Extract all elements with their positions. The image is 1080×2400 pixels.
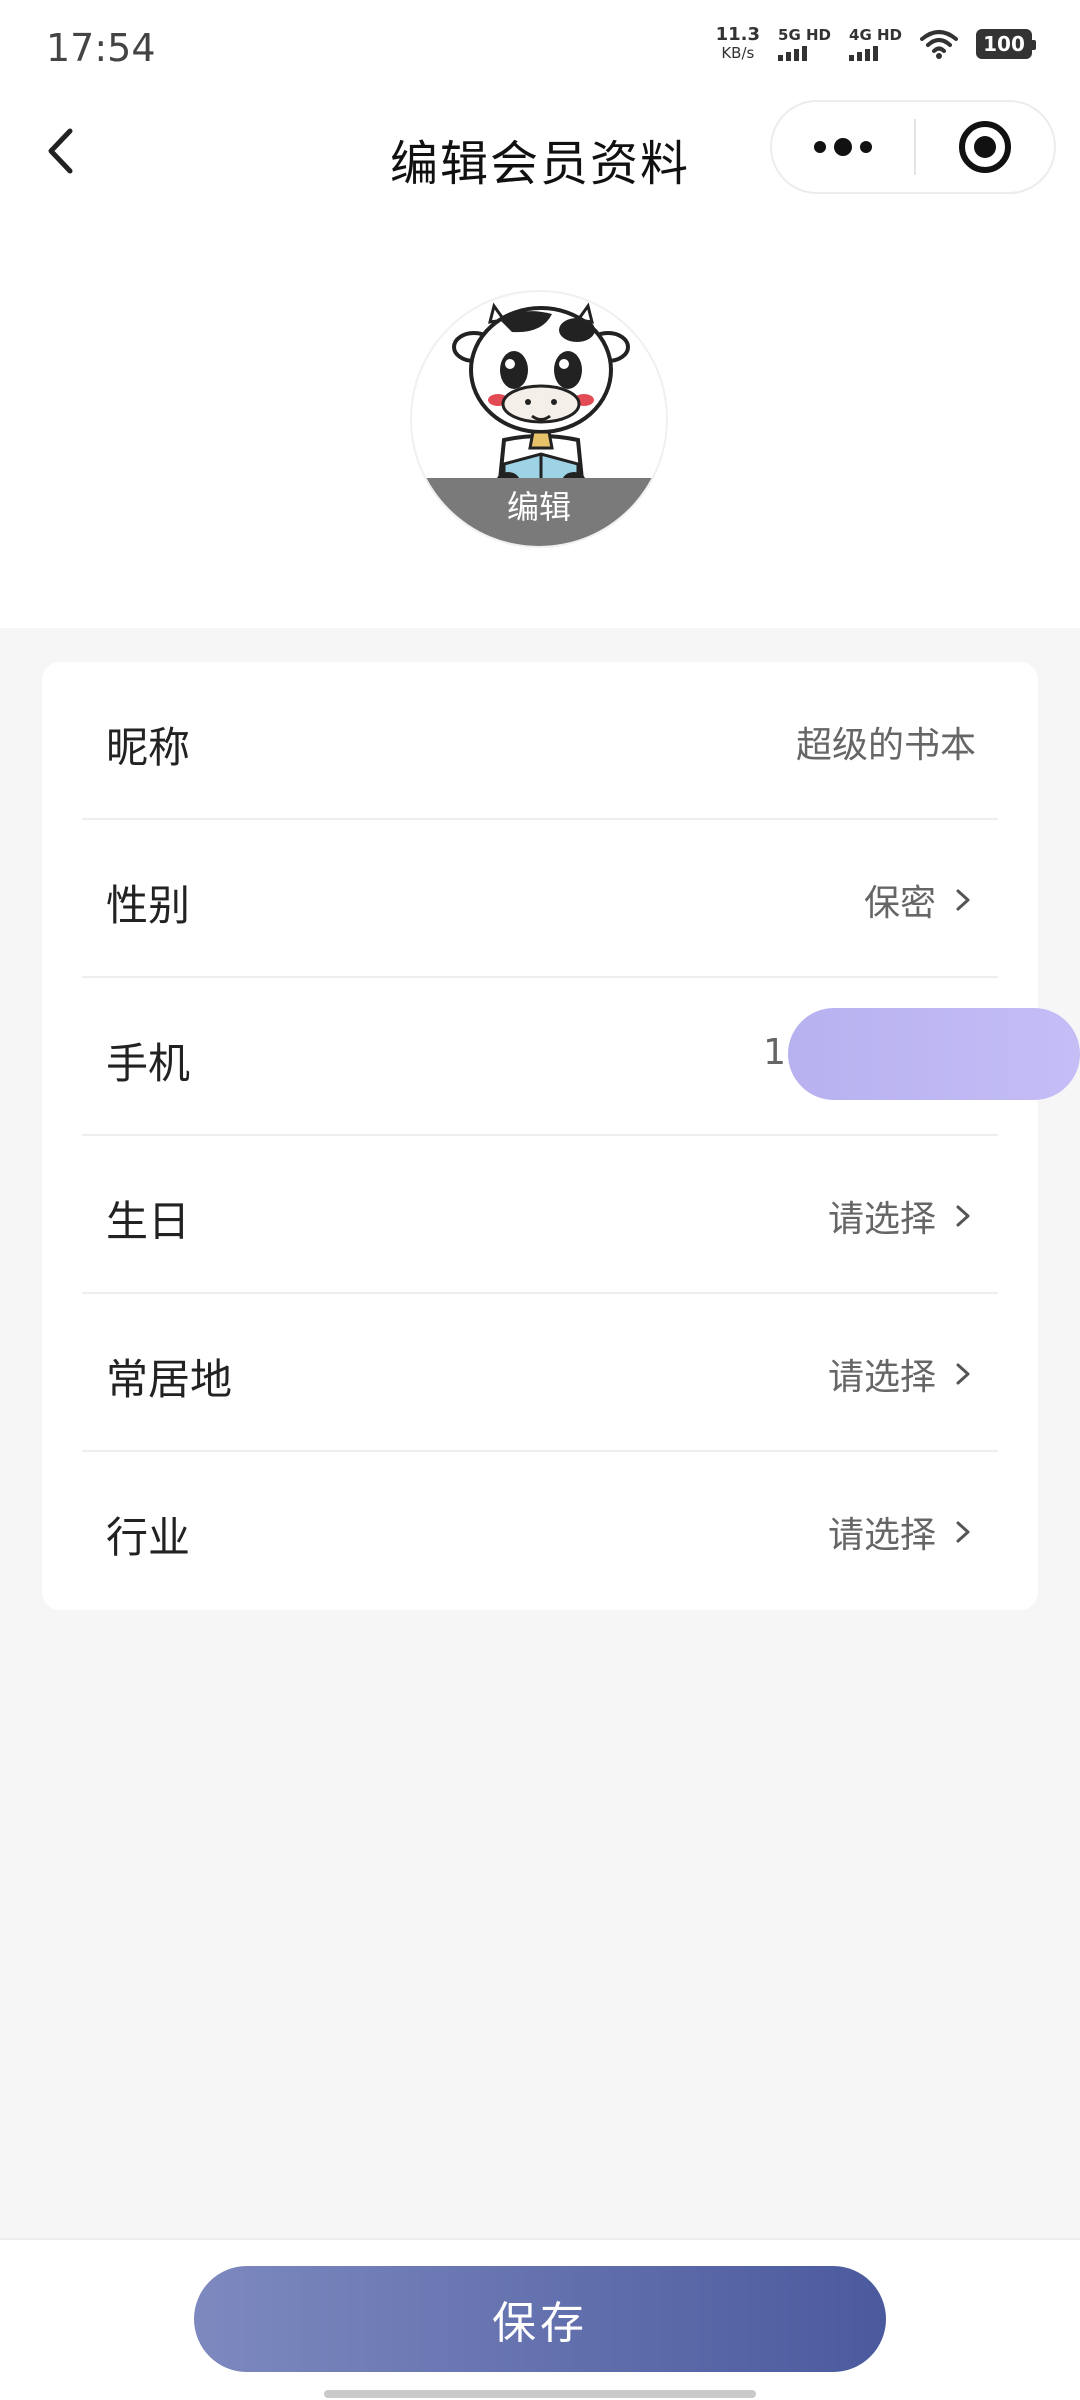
more-button[interactable] xyxy=(772,102,914,192)
form-row-industry[interactable]: 行业 请选择 xyxy=(82,1452,998,1610)
row-label: 昵称 xyxy=(106,723,191,772)
residence-value: 请选择 xyxy=(828,1348,976,1400)
row-label: 生日 xyxy=(106,1197,191,1246)
bottom-action-bar: 保存 xyxy=(0,2238,1080,2400)
gender-value: 保密 xyxy=(864,874,976,926)
row-label: 性别 xyxy=(106,881,191,930)
redaction-mask xyxy=(788,1008,1080,1100)
wifi-icon xyxy=(920,30,958,59)
nickname-value: 超级的书本 xyxy=(795,725,976,766)
status-icons: 11.3 KB/s 5G HD 4G HD 100 xyxy=(715,24,1036,63)
edit-member-profile-page: 17:54 11.3 KB/s 5G HD 4G HD 100 编辑会员资料 编… xyxy=(0,0,1080,2400)
mini-program-capsule xyxy=(770,100,1056,194)
status-bar: 17:54 11.3 KB/s 5G HD 4G HD 100 xyxy=(0,0,1080,96)
nav-bar: 编辑会员资料 xyxy=(0,96,1080,206)
avatar-edit-label: 编辑 xyxy=(506,488,571,526)
chevron-right-icon xyxy=(956,889,970,911)
industry-value: 请选择 xyxy=(828,1506,976,1558)
profile-form-card: 昵称 超级的书本 性别 保密 手机 1 生日 请选择 常居地 请选择 行业 请选… xyxy=(42,662,1080,1610)
net-speed: 11.3 KB/s xyxy=(715,24,761,63)
chevron-right-icon xyxy=(956,1205,970,1227)
more-dots-icon xyxy=(814,138,872,156)
home-indicator[interactable] xyxy=(324,2390,756,2398)
form-row-birthday[interactable]: 生日 请选择 xyxy=(82,1136,998,1294)
chevron-right-icon xyxy=(956,1363,970,1385)
target-close-icon xyxy=(959,121,1011,173)
row-label: 行业 xyxy=(106,1513,191,1562)
row-label: 手机 xyxy=(106,1039,191,1088)
row-label: 常居地 xyxy=(106,1355,233,1404)
sim2-signal-icon: 4G HD xyxy=(849,27,902,61)
phone-value: 1 xyxy=(763,1032,786,1073)
chevron-right-icon xyxy=(956,1521,970,1543)
save-button[interactable]: 保存 xyxy=(194,2266,886,2372)
avatar[interactable]: 编辑 xyxy=(410,290,668,548)
form-row-gender[interactable]: 性别 保密 xyxy=(82,820,998,978)
profile-header: 编辑 xyxy=(0,206,1080,628)
battery-icon: 100 xyxy=(976,29,1036,59)
sim1-signal-icon: 5G HD xyxy=(778,27,831,61)
form-row-nickname[interactable]: 昵称 超级的书本 xyxy=(82,662,998,820)
status-time: 17:54 xyxy=(46,26,156,70)
close-mini-program-button[interactable] xyxy=(916,102,1054,192)
form-row-residence[interactable]: 常居地 请选择 xyxy=(82,1294,998,1452)
birthday-value: 请选择 xyxy=(828,1190,976,1242)
form-row-phone[interactable]: 手机 1 xyxy=(82,978,1080,1136)
